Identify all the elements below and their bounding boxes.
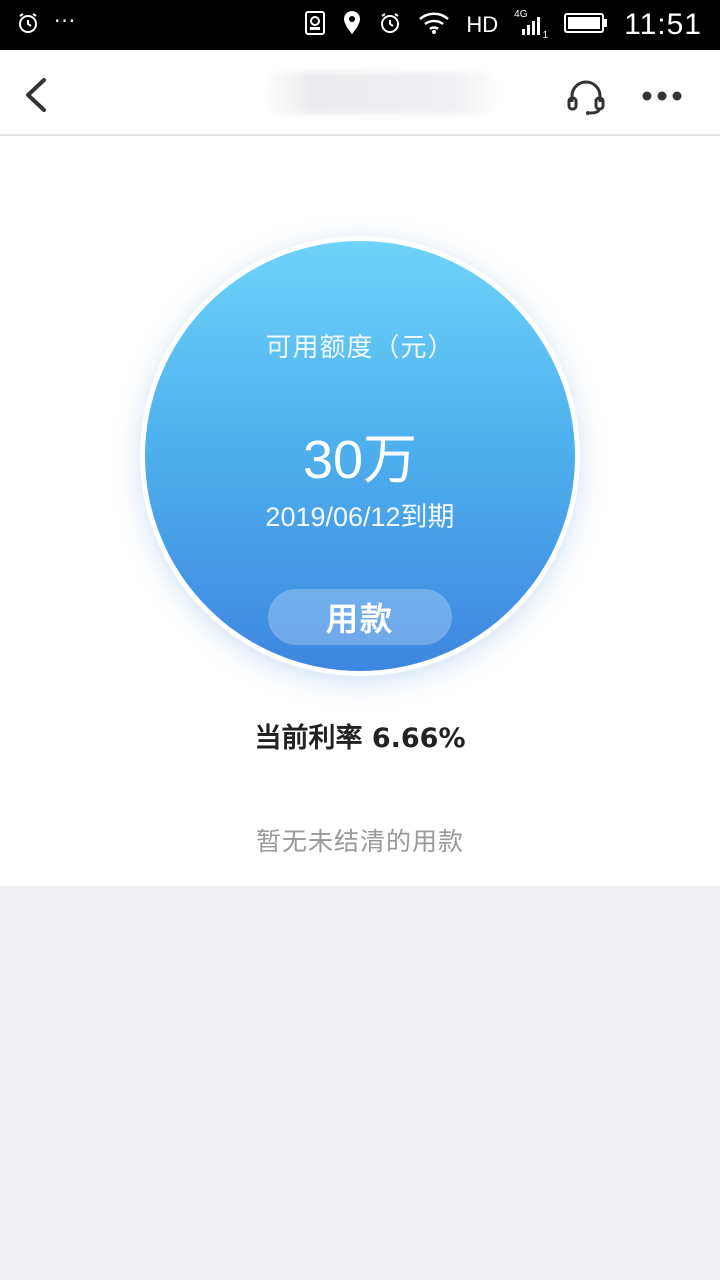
use-funds-button[interactable]: 用款 [268, 589, 452, 645]
battery-icon [564, 12, 608, 38]
wifi-icon [418, 11, 450, 39]
more-dots-icon [642, 91, 682, 101]
available-credit-amount: 30万 [302, 430, 418, 490]
location-pin-icon [342, 10, 362, 40]
available-credit-label: 可用额度（元） [265, 333, 455, 363]
current-interest-rate: 当前利率 6.66% [254, 723, 466, 754]
more-options-button[interactable] [640, 88, 684, 104]
customer-service-button[interactable] [566, 80, 606, 116]
clock-time: 11:51 [624, 8, 702, 41]
headset-icon [567, 80, 605, 115]
chevron-left-icon [26, 78, 46, 112]
sim-slot-label: 1 [542, 30, 549, 41]
no-outstanding-loans-note: 暂无未结清的用款 [255, 827, 464, 856]
alarm-icon [16, 11, 40, 39]
sim-card-icon [304, 10, 326, 40]
back-button[interactable] [20, 76, 54, 114]
credit-card-section: 可用额度（元） 30万 2019/06/12到期 用款 当前利率 6.66% 暂… [0, 136, 720, 886]
hd-indicator: HD [466, 12, 499, 37]
credit-circle: 可用额度（元） 30万 2019/06/12到期 用款 [145, 241, 575, 671]
cellular-signal-icon: 4G 1 [514, 9, 549, 41]
navigation-bar [0, 50, 720, 136]
credit-due-date: 2019/06/12到期 [265, 502, 455, 532]
status-bar: ··· HD 4G 1 11:51 [0, 0, 720, 50]
page-title-blurred [262, 72, 502, 114]
notification-dots: ··· [54, 9, 77, 33]
alarm-clock-icon [378, 11, 402, 39]
